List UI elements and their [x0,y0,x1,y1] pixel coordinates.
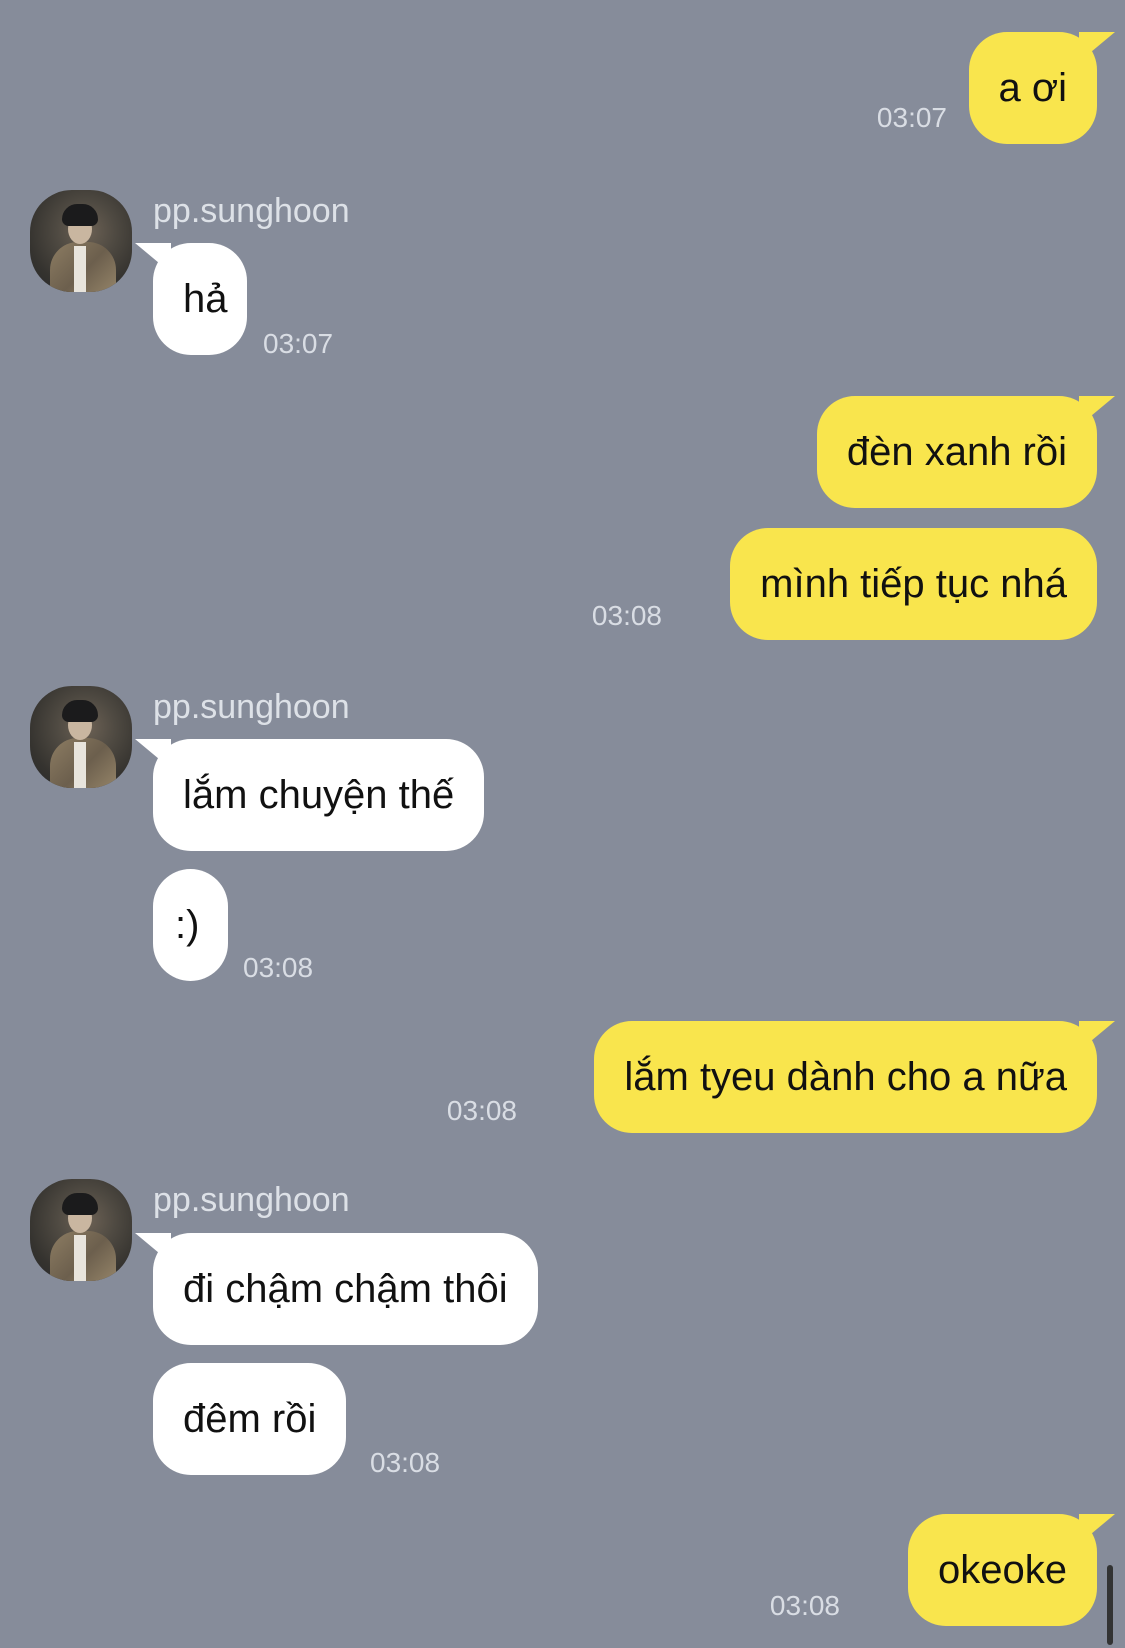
message-text: đi chậm chậm thôi [183,1267,508,1311]
my-message-bubble[interactable]: mình tiếp tục nhá [730,528,1097,640]
message-text: hả [183,277,228,321]
message-text: lắm tyeu dành cho a nữa [624,1055,1067,1099]
message-timestamp: 03:08 [370,1447,441,1478]
message-timestamp: 03:07 [876,102,947,133]
their-message-bubble[interactable]: hả [135,243,247,355]
bubble-tail [1079,1514,1115,1544]
message-timestamp: 03:08 [769,1590,840,1621]
message-timestamp: 03:08 [446,1095,517,1126]
avatar[interactable] [30,190,132,292]
my-message-bubble[interactable]: okeoke [908,1514,1115,1626]
bubble-tail [135,1233,171,1263]
sender-name: pp.sunghoon [153,1181,350,1219]
sender-name: pp.sunghoon [153,688,350,726]
bubble-tail [1079,32,1115,62]
message-timestamp: 03:07 [263,328,334,359]
their-message-bubble[interactable]: đi chậm chậm thôi [135,1233,538,1345]
their-message-bubble[interactable]: lắm chuyện thế [135,739,485,851]
bubble-tail [1079,1021,1115,1051]
my-message-bubble[interactable]: a ơi [968,32,1115,144]
message-text: :) [175,903,200,947]
sender-name: pp.sunghoon [153,192,350,230]
message-timestamp: 03:08 [591,600,662,631]
message-text: a ơi [998,66,1067,110]
their-message-bubble[interactable]: :) [153,869,228,981]
message-text: đêm rồi [183,1397,317,1441]
my-message-bubble[interactable]: đèn xanh rồi [816,396,1115,508]
bubble-tail [1079,396,1115,426]
message-timestamp: 03:08 [243,952,314,983]
avatar[interactable] [30,686,132,788]
bubble-tail [135,243,171,273]
message-text: lắm chuyện thế [183,773,455,817]
bubble-tail [135,739,171,769]
scrollbar[interactable] [1107,1565,1113,1645]
message-text: okeoke [938,1548,1067,1592]
their-message-bubble[interactable]: đêm rồi [153,1363,347,1475]
my-message-bubble[interactable]: lắm tyeu dành cho a nữa [594,1021,1115,1133]
message-text: mình tiếp tục nhá [760,562,1067,606]
message-text: đèn xanh rồi [846,430,1067,474]
avatar[interactable] [30,1179,132,1281]
